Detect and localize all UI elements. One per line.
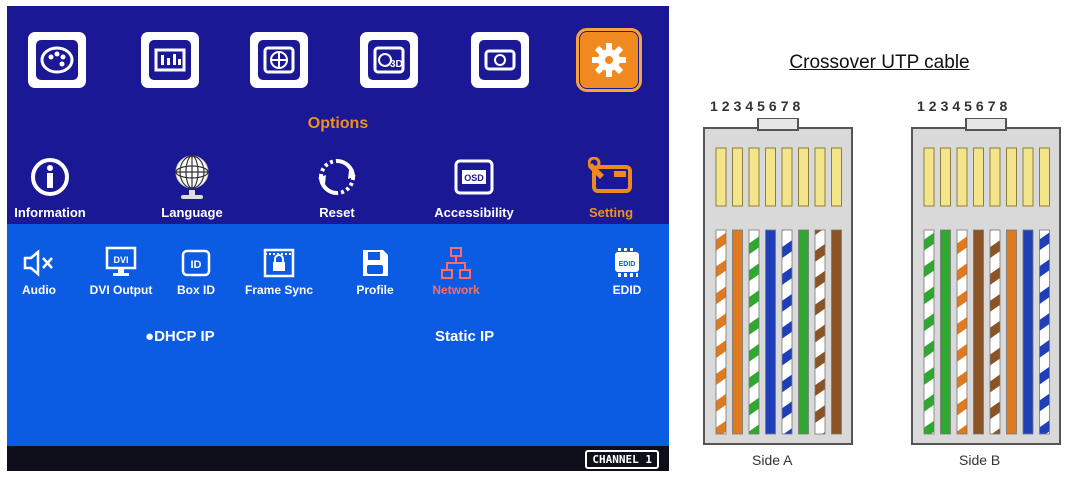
pin-contact <box>956 147 968 207</box>
pin-contact <box>1022 147 1034 207</box>
static-ip-option[interactable]: Static IP <box>435 328 494 345</box>
pin-contact <box>781 147 793 207</box>
dhcp-ip-label: DHCP IP <box>154 328 215 345</box>
pin-contact <box>940 147 951 207</box>
pin-contact <box>715 147 727 207</box>
wire-brown <box>973 229 984 435</box>
pin-contact <box>814 147 826 207</box>
submenu-profile[interactable]: Profile <box>331 246 419 297</box>
option-language[interactable]: Language <box>137 151 247 220</box>
wire-brown <box>831 229 842 435</box>
osd-menu: 3D Options Information Language Reset OS… <box>7 6 669 471</box>
wire-white-orange <box>956 229 968 435</box>
picture-settings-icon[interactable] <box>141 32 199 88</box>
wrench-icon <box>556 151 666 203</box>
palette-icon[interactable] <box>28 32 86 88</box>
svg-text:3D: 3D <box>390 59 403 70</box>
wire-orange <box>1006 229 1017 435</box>
submenu-audio[interactable]: Audio <box>7 246 83 297</box>
pin-numbers-side-b: 12345678 <box>917 98 1012 114</box>
submenu-label: Network <box>432 283 480 297</box>
connector-latch <box>965 118 1007 131</box>
edid-icon: EDID <box>583 246 669 280</box>
wire-white-blue <box>1039 229 1050 435</box>
option-label: Information <box>14 205 86 220</box>
status-bar: CHANNEL 1 <box>7 446 669 471</box>
reset-icon <box>282 151 392 203</box>
dhcp-ip-option[interactable]: ●DHCP IP <box>145 328 215 345</box>
crossover-cable-diagram: Crossover UTP cable 12345678 12345678 Si… <box>684 40 1075 477</box>
pin-contact <box>732 147 743 207</box>
globe-grid-icon[interactable] <box>250 32 308 88</box>
lock-frame-icon <box>235 246 323 280</box>
option-label: Setting <box>588 205 634 220</box>
3d-icon[interactable]: 3D <box>360 32 418 88</box>
pin-contact <box>1006 147 1017 207</box>
submenu-label: Box ID <box>176 283 215 297</box>
save-icon <box>331 246 419 280</box>
pin-numbers-side-a: 12345678 <box>710 98 805 114</box>
gear-icon[interactable] <box>576 28 642 92</box>
diagram-title: Crossover UTP cable <box>789 52 970 73</box>
wire-white-brown <box>814 229 826 435</box>
selected-dot: ● <box>145 328 155 345</box>
setting-submenu: Audio DVI DVI Output ID Box ID Frame Syn… <box>7 224 669 446</box>
top-menu-bar: 3D <box>7 6 669 106</box>
pin-contact <box>1039 147 1050 207</box>
side-a-label: Side A <box>752 452 793 468</box>
option-reset[interactable]: Reset <box>282 151 392 220</box>
svg-text:OSD: OSD <box>464 173 484 183</box>
static-ip-label: Static IP <box>435 328 495 345</box>
wire-white-green <box>748 229 760 435</box>
option-information[interactable]: Information <box>7 151 105 220</box>
submenu-box-id[interactable]: ID Box ID <box>152 246 240 297</box>
wire-white-brown <box>989 229 1001 435</box>
submenu-edid[interactable]: EDID EDID <box>583 246 669 297</box>
submenu-label: Audio <box>22 283 56 297</box>
submenu-frame-sync[interactable]: Frame Sync <box>235 246 323 297</box>
globe-icon <box>137 151 247 203</box>
info-icon <box>7 151 105 203</box>
wire-blue <box>765 229 776 435</box>
option-label: Accessibility <box>434 205 514 220</box>
osd-icon: OSD <box>419 151 529 203</box>
wire-white-orange <box>715 229 727 435</box>
network-icon <box>412 246 500 280</box>
menu-section-title: Options <box>307 115 369 132</box>
svg-text:DVI: DVI <box>113 255 128 265</box>
wire-orange <box>732 229 743 435</box>
submenu-network[interactable]: Network <box>412 246 500 297</box>
id-icon: ID <box>152 246 240 280</box>
option-setting[interactable]: Setting <box>556 151 666 220</box>
pin-contact <box>748 147 760 207</box>
submenu-label: Profile <box>356 283 394 297</box>
wire-white-green <box>923 229 935 435</box>
connector-side-b <box>911 118 1061 445</box>
wire-blue <box>1022 229 1034 435</box>
pin-contact <box>831 147 842 207</box>
pin-contact <box>798 147 809 207</box>
wire-green <box>940 229 951 435</box>
side-b-label: Side B <box>959 452 1001 468</box>
option-label: Reset <box>319 205 355 220</box>
connector-latch <box>757 118 799 131</box>
wire-green <box>798 229 809 435</box>
option-label: Language <box>161 205 223 220</box>
submenu-label: EDID <box>612 283 642 297</box>
submenu-label: Frame Sync <box>244 283 314 297</box>
connector-side-a <box>703 118 853 445</box>
svg-text:ID: ID <box>191 259 202 271</box>
options-row: Information Language Reset OSD Accessibi… <box>7 151 669 223</box>
pin-contact <box>923 147 935 207</box>
mute-icon <box>7 246 83 280</box>
pin-contact <box>765 147 776 207</box>
channel-badge: CHANNEL 1 <box>585 450 659 469</box>
pin-contact <box>973 147 984 207</box>
option-accessibility[interactable]: OSD Accessibility <box>419 151 529 220</box>
projector-icon[interactable] <box>471 32 529 88</box>
svg-text:EDID: EDID <box>619 261 636 268</box>
pin-contact <box>989 147 1001 207</box>
wire-white-blue <box>781 229 793 435</box>
